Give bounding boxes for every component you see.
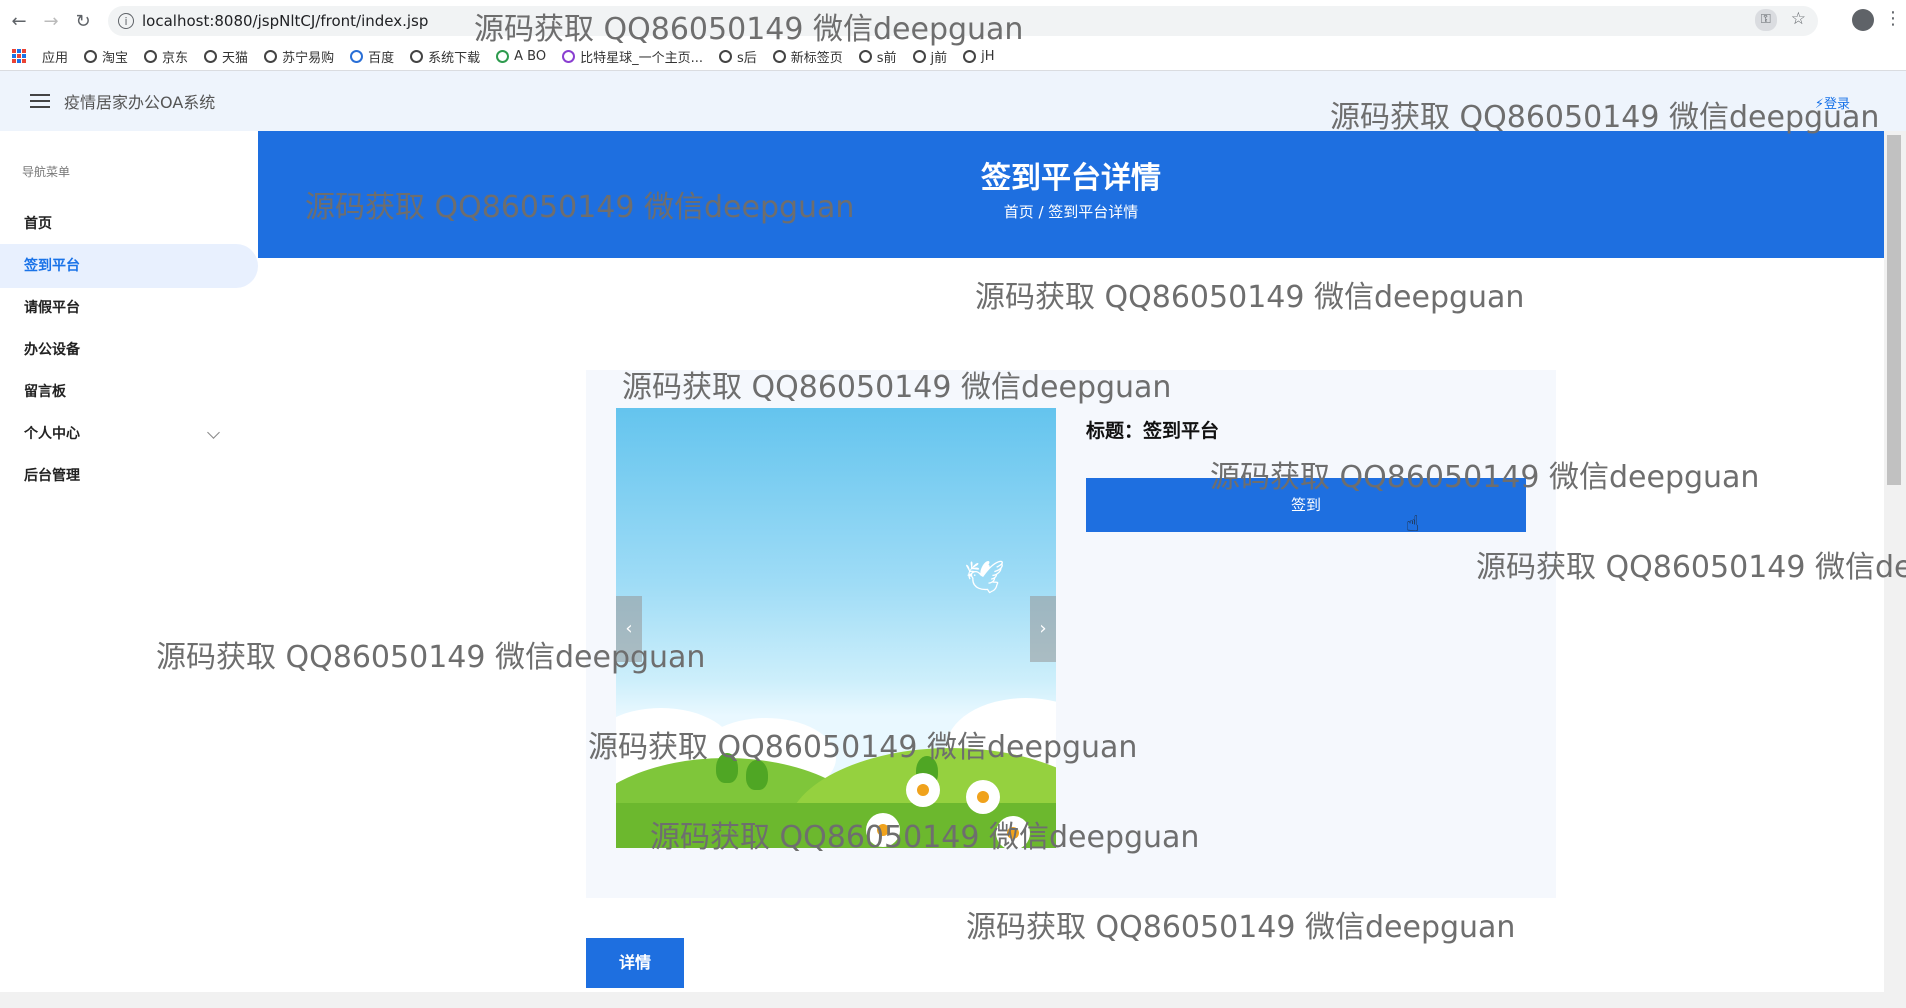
- sidebar-item-admin[interactable]: 后台管理: [0, 454, 258, 498]
- watermark-text: 源码获取 QQ86050149 微信deepguan: [650, 820, 1200, 855]
- globe-icon: [963, 49, 977, 63]
- globe-icon: [410, 49, 424, 63]
- bookmark-label: A BO: [514, 48, 547, 64]
- watermark-text: 源码获取 QQ86050149 微信deepguan: [156, 640, 706, 675]
- bookmark-label: 天猫: [222, 50, 249, 66]
- watermark-text: 源码获取 QQ86050149 微信deepguan: [588, 730, 1138, 765]
- forward-icon[interactable]: →: [38, 8, 64, 34]
- bookmark-item[interactable]: 京东: [144, 47, 188, 66]
- bookmark-item[interactable]: 苏宁易购: [264, 47, 334, 66]
- url-text[interactable]: localhost:8080/jspNltCJ/front/index.jsp: [142, 12, 428, 30]
- sidebar-item-office-equipment[interactable]: 办公设备: [0, 328, 258, 372]
- bookmark-label: j前: [930, 50, 948, 66]
- bookmark-label: jH: [981, 48, 995, 64]
- hand-cursor-icon: ☝: [1406, 512, 1420, 537]
- planet-icon: [562, 49, 576, 63]
- daisy-shape: [966, 780, 1000, 814]
- carousel-next-button[interactable]: ›: [1030, 596, 1056, 662]
- bookmark-label: 苏宁易购: [282, 50, 335, 66]
- watermark-text: 源码获取 QQ86050149 微信deepguan: [305, 190, 855, 225]
- globe-icon: [204, 49, 218, 63]
- app-title: 疫情居家办公OA系统: [64, 93, 216, 112]
- watermark-text: 源码获取 QQ86050149 微信deepguan: [1330, 100, 1880, 135]
- bookmark-label: 应用: [42, 50, 69, 66]
- sidebar: 导航菜单 首页 签到平台 请假平台 办公设备 留言板 个人中心 后台管理: [0, 131, 258, 999]
- image-carousel[interactable]: 🕊: [616, 408, 1056, 848]
- profile-icon[interactable]: [1852, 9, 1874, 31]
- chevron-down-icon: [207, 426, 220, 439]
- leaf-icon: [496, 49, 510, 63]
- globe-icon: [84, 49, 98, 63]
- watermark-text: 源码获取 QQ86050149 微信deepguan: [622, 370, 1172, 405]
- bookmark-item[interactable]: s前: [858, 47, 897, 66]
- bookmark-item[interactable]: 百度: [350, 47, 394, 66]
- bookmark-item[interactable]: j前: [912, 47, 948, 66]
- watermark-text: 源码获取 QQ86050149 微信deepguan: [1210, 460, 1760, 495]
- watermark-text: 源码获取 QQ86050149 微信deepguan: [1476, 550, 1906, 585]
- bookmark-item[interactable]: s后: [718, 47, 757, 66]
- globe-icon: [144, 49, 158, 63]
- sidebar-item-home[interactable]: 首页: [0, 202, 258, 246]
- bookmark-label: s后: [736, 50, 757, 66]
- sidebar-item-label: 个人中心: [24, 426, 80, 442]
- bookmark-label: 京东: [162, 50, 189, 66]
- bookmark-item[interactable]: 淘宝: [84, 47, 128, 66]
- bookmark-label: 比特星球_一个主页...: [580, 50, 703, 66]
- bookmark-item[interactable]: 比特星球_一个主页...: [562, 47, 703, 66]
- sidebar-item-label: 首页: [24, 216, 52, 232]
- bookmark-item[interactable]: jH: [963, 48, 995, 64]
- horizontal-scrollbar[interactable]: [0, 992, 1906, 1008]
- globe-icon: [912, 49, 926, 63]
- sidebar-item-message-board[interactable]: 留言板: [0, 370, 258, 414]
- star-icon[interactable]: ☆: [1791, 9, 1806, 31]
- back-icon[interactable]: ←: [6, 8, 32, 34]
- sidebar-item-label: 签到平台: [24, 258, 80, 274]
- sidebar-item-personal-center[interactable]: 个人中心: [0, 412, 258, 456]
- sidebar-item-label: 后台管理: [24, 468, 80, 484]
- sidebar-item-leave-platform[interactable]: 请假平台: [0, 286, 258, 330]
- dove-icon: 🕊: [964, 558, 1005, 596]
- sidebar-item-label: 留言板: [24, 384, 66, 400]
- bookmark-item[interactable]: 新标签页: [772, 47, 843, 66]
- sidebar-heading: 导航菜单: [22, 165, 71, 179]
- details-button[interactable]: 详情: [586, 938, 684, 988]
- watermark-text: 源码获取 QQ86050149 微信deepguan: [975, 280, 1525, 315]
- bookmark-label: 系统下载: [428, 50, 481, 66]
- bookmark-item[interactable]: 天猫: [204, 47, 248, 66]
- bookmark-label: 淘宝: [102, 50, 129, 66]
- globe-icon: [772, 49, 786, 63]
- watermark-text: 源码获取 QQ86050149 微信deepguan: [966, 910, 1516, 945]
- reload-icon[interactable]: ↻: [70, 8, 96, 34]
- hamburger-menu-icon[interactable]: [30, 94, 50, 108]
- detail-title: 标题：签到平台: [1086, 420, 1220, 442]
- bookmark-item[interactable]: 系统下载: [410, 47, 480, 66]
- site-info-icon[interactable]: i: [118, 13, 134, 29]
- bookmark-label: 百度: [368, 50, 395, 66]
- daisy-shape: [906, 773, 940, 807]
- sidebar-item-label: 请假平台: [24, 300, 80, 316]
- sidebar-item-label: 办公设备: [24, 342, 80, 358]
- bookmark-item[interactable]: A BO: [496, 49, 546, 64]
- globe-icon: [858, 49, 872, 63]
- bookmark-label: 新标签页: [790, 50, 843, 66]
- apps-icon[interactable]: [12, 49, 26, 63]
- paw-icon: [350, 49, 364, 63]
- scrollbar-thumb[interactable]: [1887, 135, 1901, 485]
- globe-icon: [718, 49, 732, 63]
- bookmark-apps[interactable]: 应用: [42, 47, 68, 66]
- key-icon[interactable]: ⚿: [1754, 9, 1777, 31]
- watermark-text: 源码获取 QQ86050149 微信deepguan: [474, 12, 1024, 47]
- bookmark-label: s前: [876, 50, 897, 66]
- menu-dots-icon[interactable]: ⋮: [1884, 8, 1902, 29]
- globe-icon: [264, 49, 278, 63]
- sidebar-item-signin-platform[interactable]: 签到平台: [0, 244, 258, 288]
